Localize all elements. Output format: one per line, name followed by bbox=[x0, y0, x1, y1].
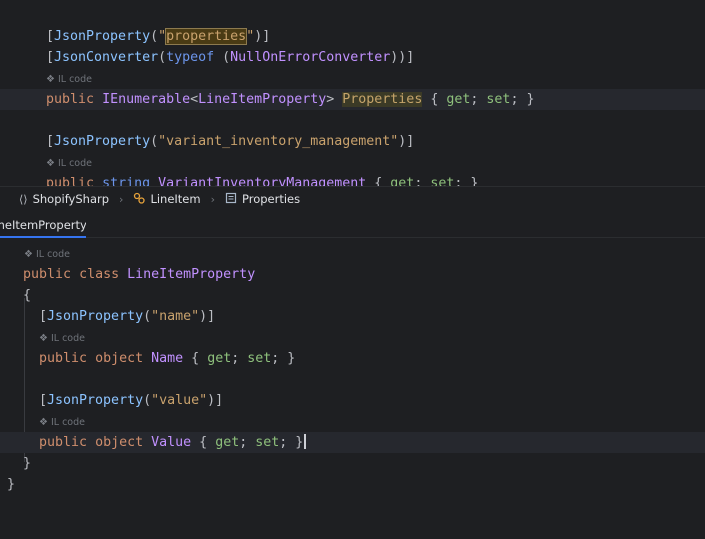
public-keyword: public bbox=[23, 267, 72, 282]
breadcrumb-item-namespace[interactable]: ⟨⟩ ShopifySharp bbox=[19, 187, 109, 212]
generic-type: LineItemProperty bbox=[198, 92, 327, 107]
class-name: LineItemProperty bbox=[127, 267, 256, 282]
breadcrumb-label: ShopifySharp bbox=[32, 192, 110, 206]
type-name: IEnumerable bbox=[102, 92, 191, 107]
bottom-editor-pane[interactable]: ❖ IL code public class LineItemProperty {… bbox=[0, 238, 705, 539]
breadcrumb-label: LineItem bbox=[150, 192, 201, 206]
il-code-icon: ❖ bbox=[46, 158, 55, 169]
string-quote-open: " bbox=[158, 29, 167, 44]
tab-lineitemproperty[interactable]: LineItemProperty.cs × bbox=[0, 214, 86, 238]
il-code-icon: ❖ bbox=[24, 249, 33, 260]
il-code-lens[interactable]: ❖ IL code bbox=[0, 331, 705, 347]
il-code-icon: ❖ bbox=[39, 417, 48, 428]
closing-brace: } bbox=[295, 435, 304, 450]
public-keyword: public bbox=[39, 435, 88, 450]
lens-label: IL code bbox=[50, 333, 85, 344]
set-accessor: set bbox=[430, 176, 455, 186]
string-quote-close: " bbox=[246, 29, 255, 44]
top-editor-pane[interactable]: [JsonProperty("properties")] [JsonConver… bbox=[0, 0, 705, 186]
il-code-lens[interactable]: ❖ IL code bbox=[0, 156, 705, 172]
code-line-jsonproperty-name[interactable]: [JsonProperty("name")] bbox=[0, 306, 705, 327]
public-keyword: public bbox=[46, 92, 95, 107]
object-keyword: object bbox=[95, 351, 144, 366]
get-accessor: get bbox=[390, 176, 415, 186]
property-name: Value bbox=[151, 435, 192, 450]
public-keyword: public bbox=[46, 176, 95, 186]
code-line-close-brace-outer[interactable]: } bbox=[0, 474, 705, 495]
object-keyword: object bbox=[95, 435, 144, 450]
get-accessor: get bbox=[446, 92, 471, 107]
namespace-icon: ⟨⟩ bbox=[19, 192, 28, 206]
string-literal: "value" bbox=[151, 393, 208, 408]
breadcrumb-separator: › bbox=[119, 192, 124, 206]
typeof-keyword: typeof bbox=[166, 50, 215, 65]
code-line-jsonproperty-variant[interactable]: [JsonProperty("variant_inventory_managem… bbox=[0, 131, 705, 152]
lens-label: IL code bbox=[50, 417, 85, 428]
public-keyword: public bbox=[39, 351, 88, 366]
code-line-jsonproperty-value[interactable]: [JsonProperty("value")] bbox=[0, 390, 705, 411]
il-code-lens[interactable]: ❖ IL code bbox=[0, 72, 705, 88]
attribute-name: JsonProperty bbox=[54, 29, 151, 44]
il-code-lens[interactable]: ❖ IL code bbox=[0, 415, 705, 431]
code-line-jsonconverter[interactable]: [JsonConverter(typeof (NullOnErrorConver… bbox=[0, 47, 705, 68]
highlighted-string: properties bbox=[165, 28, 248, 45]
set-accessor: set bbox=[486, 92, 511, 107]
code-line-close-brace-inner[interactable]: } bbox=[0, 453, 705, 474]
class-icon bbox=[133, 192, 146, 207]
lens-label: IL code bbox=[35, 249, 70, 260]
code-line-jsonproperty-properties[interactable]: [JsonProperty("properties")] bbox=[0, 26, 705, 47]
attribute-name: JsonProperty bbox=[47, 393, 144, 408]
string-literal: "name" bbox=[151, 309, 200, 324]
attribute-name: JsonProperty bbox=[47, 309, 144, 324]
class-keyword: class bbox=[79, 267, 120, 282]
editor-tab-bar: LineItemProperty.cs × bbox=[0, 211, 705, 238]
get-accessor: get bbox=[215, 435, 240, 450]
breadcrumb-item-class[interactable]: LineItem bbox=[133, 187, 201, 212]
lens-label: IL code bbox=[57, 74, 92, 85]
breadcrumb-separator: › bbox=[210, 192, 215, 206]
breadcrumb: ⟨⟩ ShopifySharp › LineItem › Properties bbox=[0, 186, 705, 211]
string-literal: "variant_inventory_management" bbox=[158, 134, 399, 149]
brace: } bbox=[7, 477, 16, 492]
property-icon bbox=[225, 192, 237, 207]
code-line-open-brace[interactable]: { bbox=[0, 285, 705, 306]
breadcrumb-label: Properties bbox=[242, 192, 301, 206]
lens-label: IL code bbox=[57, 158, 92, 169]
property-name: Name bbox=[151, 351, 184, 366]
tab-label: LineItemProperty.cs bbox=[0, 218, 86, 232]
get-accessor: get bbox=[207, 351, 232, 366]
breadcrumb-item-property[interactable]: Properties bbox=[225, 187, 300, 212]
il-code-icon: ❖ bbox=[46, 74, 55, 85]
set-accessor: set bbox=[247, 351, 272, 366]
set-accessor: set bbox=[255, 435, 280, 450]
brace: } bbox=[23, 456, 32, 471]
type-name: NullOnErrorConverter bbox=[230, 50, 391, 65]
code-line-properties[interactable]: public IEnumerable<LineItemProperty> Pro… bbox=[0, 89, 705, 110]
attribute-name: JsonConverter bbox=[54, 50, 159, 65]
code-line-class-declaration[interactable]: public class LineItemProperty bbox=[0, 264, 705, 285]
il-code-lens[interactable]: ❖ IL code bbox=[0, 247, 705, 263]
property-name: VariantInventoryManagement bbox=[158, 176, 367, 186]
code-line-name-property[interactable]: public object Name { get; set; } bbox=[0, 348, 705, 369]
brace: { bbox=[23, 288, 32, 303]
property-name-highlighted: Properties bbox=[342, 92, 423, 107]
type-keyword: string bbox=[102, 176, 151, 186]
code-line-variant-inventory[interactable]: public string VariantInventoryManagement… bbox=[0, 173, 705, 186]
code-line-value-property[interactable]: public object Value { get; set; } bbox=[0, 432, 705, 453]
attribute-name: JsonProperty bbox=[54, 134, 151, 149]
text-caret bbox=[304, 434, 307, 449]
il-code-icon: ❖ bbox=[39, 333, 48, 344]
